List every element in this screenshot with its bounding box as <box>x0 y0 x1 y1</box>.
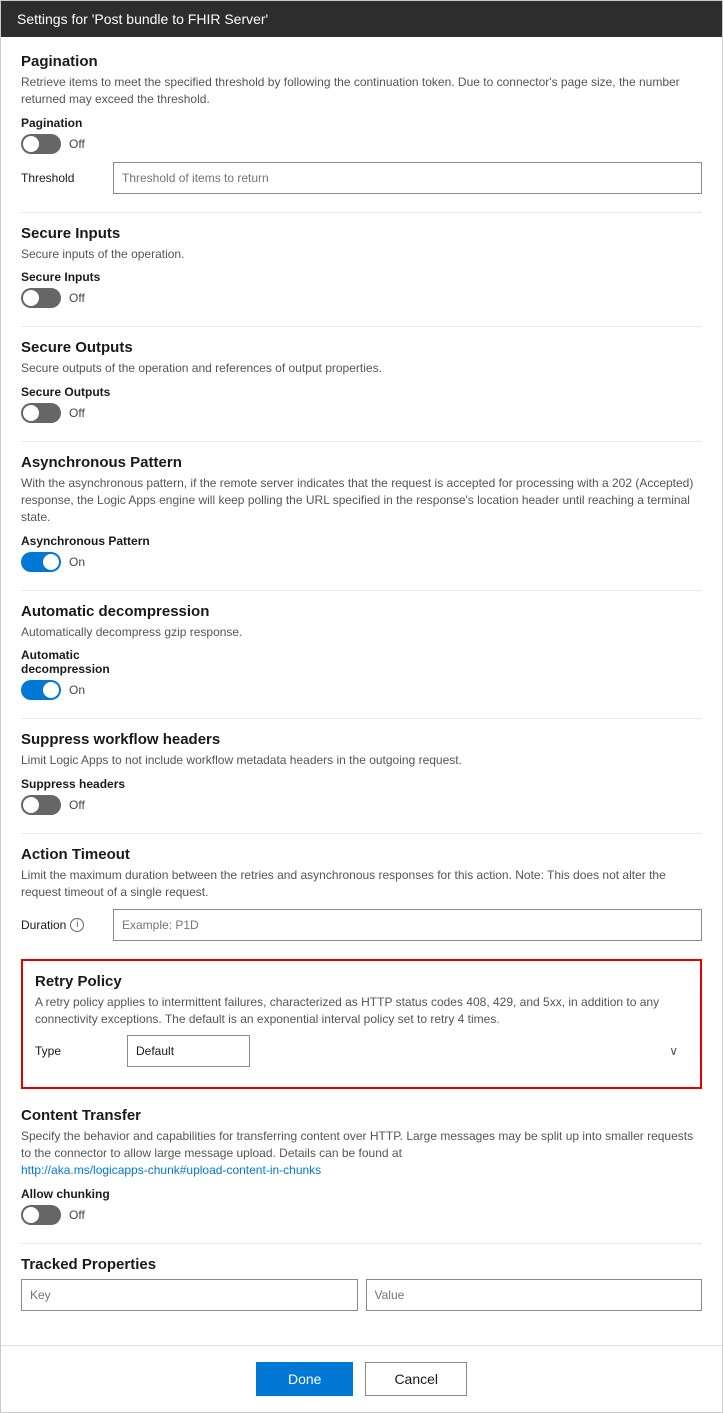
duration-label: Duration i <box>21 918 101 932</box>
retry-type-select-wrapper: Default None Fixed interval Exponential … <box>127 1035 688 1067</box>
suppress-headers-section: Suppress workflow headers Limit Logic Ap… <box>21 731 702 815</box>
action-timeout-desc: Limit the maximum duration between the r… <box>21 867 702 901</box>
threshold-row: Threshold <box>21 162 702 194</box>
secure-outputs-toggle-label: Secure Outputs <box>21 385 702 399</box>
auto-decompress-section: Automatic decompression Automatically de… <box>21 603 702 701</box>
tracked-value-input[interactable] <box>366 1279 703 1311</box>
auto-decompress-toggle-row: On <box>21 680 702 700</box>
chunking-toggle-row: Off <box>21 1205 702 1225</box>
async-pattern-title: Asynchronous Pattern <box>21 454 702 471</box>
chunking-toggle-text: Off <box>69 1208 85 1222</box>
chunking-toggle-label: Allow chunking <box>21 1187 702 1201</box>
retry-type-select[interactable]: Default None Fixed interval Exponential … <box>127 1035 250 1067</box>
secure-outputs-section: Secure Outputs Secure outputs of the ope… <box>21 339 702 423</box>
chunking-toggle[interactable] <box>21 1205 61 1225</box>
auto-decompress-toggle-text: On <box>69 683 85 697</box>
auto-decompress-toggle[interactable] <box>21 680 61 700</box>
async-pattern-toggle-label: Asynchronous Pattern <box>21 534 702 548</box>
pagination-section: Pagination Retrieve items to meet the sp… <box>21 53 702 194</box>
pagination-desc: Retrieve items to meet the specified thr… <box>21 74 702 108</box>
panel-footer: Done Cancel <box>1 1345 722 1412</box>
retry-type-row: Type Default None Fixed interval Exponen… <box>35 1035 688 1067</box>
cancel-button[interactable]: Cancel <box>365 1362 467 1396</box>
tracked-properties-row <box>21 1279 702 1311</box>
duration-info-icon[interactable]: i <box>70 918 84 932</box>
async-pattern-toggle-text: On <box>69 555 85 569</box>
suppress-headers-toggle-text: Off <box>69 798 85 812</box>
content-transfer-title: Content Transfer <box>21 1107 702 1124</box>
pagination-title: Pagination <box>21 53 702 70</box>
secure-inputs-toggle-row: Off <box>21 288 702 308</box>
secure-inputs-toggle-text: Off <box>69 291 85 305</box>
async-pattern-toggle[interactable] <box>21 552 61 572</box>
settings-panel: Settings for 'Post bundle to FHIR Server… <box>0 0 723 1413</box>
threshold-input[interactable] <box>113 162 702 194</box>
suppress-headers-toggle[interactable] <box>21 795 61 815</box>
duration-input[interactable] <box>113 909 702 941</box>
auto-decompress-title: Automatic decompression <box>21 603 702 620</box>
threshold-label: Threshold <box>21 171 101 185</box>
secure-inputs-title: Secure Inputs <box>21 225 702 242</box>
panel-body: Pagination Retrieve items to meet the sp… <box>1 37 722 1345</box>
retry-policy-section: Retry Policy A retry policy applies to i… <box>21 959 702 1090</box>
pagination-toggle-text: Off <box>69 137 85 151</box>
secure-inputs-section: Secure Inputs Secure inputs of the opera… <box>21 225 702 309</box>
pagination-toggle[interactable] <box>21 134 61 154</box>
tracked-properties-title: Tracked Properties <box>21 1256 702 1273</box>
retry-policy-desc: A retry policy applies to intermittent f… <box>35 994 688 1028</box>
content-transfer-section: Content Transfer Specify the behavior an… <box>21 1107 702 1224</box>
secure-outputs-toggle-row: Off <box>21 403 702 423</box>
secure-inputs-toggle[interactable] <box>21 288 61 308</box>
action-timeout-title: Action Timeout <box>21 846 702 863</box>
tracked-properties-section: Tracked Properties <box>21 1256 702 1311</box>
auto-decompress-toggle-label: Automatic decompression <box>21 648 702 676</box>
panel-header: Settings for 'Post bundle to FHIR Server… <box>1 1 722 37</box>
pagination-toggle-row: Off <box>21 134 702 154</box>
panel-title: Settings for 'Post bundle to FHIR Server… <box>17 11 268 27</box>
suppress-headers-title: Suppress workflow headers <box>21 731 702 748</box>
suppress-headers-toggle-label: Suppress headers <box>21 777 702 791</box>
async-pattern-toggle-row: On <box>21 552 702 572</box>
content-transfer-desc: Specify the behavior and capabilities fo… <box>21 1128 702 1178</box>
secure-inputs-desc: Secure inputs of the operation. <box>21 246 702 263</box>
async-pattern-desc: With the asynchronous pattern, if the re… <box>21 475 702 525</box>
duration-row: Duration i <box>21 909 702 941</box>
retry-type-label: Type <box>35 1044 115 1058</box>
done-button[interactable]: Done <box>256 1362 353 1396</box>
auto-decompress-desc: Automatically decompress gzip response. <box>21 624 702 641</box>
pagination-toggle-label: Pagination <box>21 116 702 130</box>
async-pattern-section: Asynchronous Pattern With the asynchrono… <box>21 454 702 571</box>
secure-outputs-toggle-text: Off <box>69 406 85 420</box>
secure-outputs-desc: Secure outputs of the operation and refe… <box>21 360 702 377</box>
secure-outputs-toggle[interactable] <box>21 403 61 423</box>
tracked-key-input[interactable] <box>21 1279 358 1311</box>
suppress-headers-desc: Limit Logic Apps to not include workflow… <box>21 752 702 769</box>
retry-policy-title: Retry Policy <box>35 973 688 990</box>
content-transfer-link[interactable]: http://aka.ms/logicapps-chunk#upload-con… <box>21 1163 321 1177</box>
action-timeout-section: Action Timeout Limit the maximum duratio… <box>21 846 702 941</box>
secure-outputs-title: Secure Outputs <box>21 339 702 356</box>
suppress-headers-toggle-row: Off <box>21 795 702 815</box>
secure-inputs-toggle-label: Secure Inputs <box>21 270 702 284</box>
